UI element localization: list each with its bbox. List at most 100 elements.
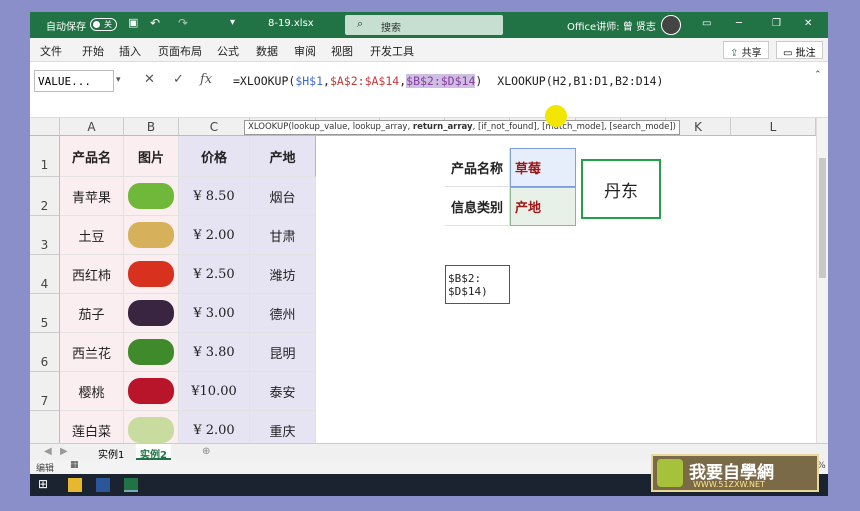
menu-file[interactable]: 文件 [40, 43, 62, 59]
menu-home[interactable]: 开始 [82, 43, 104, 59]
column-header-l[interactable]: L [731, 118, 816, 136]
next-sheet-icon[interactable]: ▶ [56, 444, 72, 460]
select-all-corner[interactable] [30, 118, 60, 136]
save-icon[interactable]: ▣ [128, 16, 138, 29]
product-image-cell[interactable] [124, 411, 179, 443]
minimize-icon[interactable]: ─ [736, 18, 742, 29]
excel-taskbar-icon[interactable] [124, 478, 138, 492]
spreadsheet-grid[interactable]: A B C D E F G H I J K L 1 2 3 4 5 6 7 产品… [30, 118, 828, 443]
product-price[interactable]: ¥ 2.00 [179, 216, 250, 255]
scrollbar-thumb[interactable] [819, 158, 826, 278]
lookup-value-product[interactable]: 草莓 [510, 148, 576, 187]
product-price[interactable]: ¥ 2.00 [179, 411, 250, 443]
word-icon[interactable] [96, 478, 110, 492]
active-edit-cell[interactable]: $B$2: $D$14) [445, 265, 510, 304]
avatar[interactable] [661, 15, 681, 35]
search-box[interactable]: ⌕ 搜索 [345, 15, 503, 35]
lookup-value-category[interactable]: 产地 [510, 187, 576, 226]
accessibility-icon[interactable]: ▦ [70, 460, 79, 470]
lookup-label-category[interactable]: 信息类别 [445, 187, 510, 226]
header-price[interactable]: 价格 [179, 136, 250, 177]
row-header-2[interactable]: 2 [30, 177, 60, 216]
formula-ref-a: $A$2:$A$14 [329, 74, 400, 88]
row-header-8[interactable] [30, 411, 60, 443]
product-name[interactable]: 莲白菜 [60, 411, 124, 443]
expand-formula-icon[interactable]: ⌃ [814, 70, 822, 80]
sheet-tab-2[interactable]: 实例2 [136, 444, 171, 461]
menu-review[interactable]: 审阅 [294, 43, 316, 59]
cancel-icon[interactable]: ✕ [144, 72, 155, 87]
row-header-5[interactable]: 5 [30, 294, 60, 333]
product-origin[interactable]: 潍坊 [250, 255, 316, 294]
ribbon-display-icon[interactable]: ▭ [702, 18, 711, 29]
product-origin[interactable]: 昆明 [250, 333, 316, 372]
product-image-cell[interactable] [124, 294, 179, 333]
column-header-a[interactable]: A [60, 118, 124, 136]
menu-insert[interactable]: 插入 [119, 43, 141, 59]
prev-sheet-icon[interactable]: ◀ [40, 444, 56, 460]
header-image[interactable]: 图片 [124, 136, 179, 177]
restore-icon[interactable]: ❐ [772, 18, 781, 29]
redo-icon[interactable]: ↷ [178, 16, 188, 30]
row-header-7[interactable]: 7 [30, 372, 60, 411]
product-name[interactable]: 樱桃 [60, 372, 124, 411]
tooltip-current-arg: return_array [412, 122, 473, 132]
vertical-scrollbar[interactable] [816, 118, 828, 443]
product-name[interactable]: 西红柿 [60, 255, 124, 294]
product-image-cell[interactable] [124, 177, 179, 216]
product-price[interactable]: ¥10.00 [179, 372, 250, 411]
menu-formulas[interactable]: 公式 [217, 43, 239, 59]
product-name[interactable]: 西兰花 [60, 333, 124, 372]
ribbon-menu: 文件 开始 插入 页面布局 公式 数据 审阅 视图 开发工具 ⇪ 共享 ▭ 批注 [30, 38, 828, 62]
file-explorer-icon[interactable] [68, 478, 82, 492]
menu-view[interactable]: 视图 [331, 43, 353, 59]
row-header-6[interactable]: 6 [30, 333, 60, 372]
name-box[interactable]: VALUE... [34, 70, 114, 92]
close-icon[interactable]: ✕ [804, 18, 812, 29]
sheet-tab-1[interactable]: 实例1 [94, 444, 128, 461]
product-price[interactable]: ¥ 3.80 [179, 333, 250, 372]
column-header-c[interactable]: C [179, 118, 250, 136]
product-image-cell[interactable] [124, 255, 179, 294]
result-shape[interactable]: 丹东 [581, 159, 661, 219]
lookup-label-product[interactable]: 产品名称 [445, 148, 510, 187]
product-origin[interactable]: 烟台 [250, 177, 316, 216]
menu-page-layout[interactable]: 页面布局 [158, 43, 202, 59]
comment-button[interactable]: ▭ 批注 [776, 41, 823, 59]
product-name[interactable]: 青苹果 [60, 177, 124, 216]
customize-icon[interactable]: ▾ [230, 17, 235, 28]
product-price[interactable]: ¥ 8.50 [179, 177, 250, 216]
mouse-highlight [545, 105, 567, 127]
menu-data[interactable]: 数据 [256, 43, 278, 59]
enter-icon[interactable]: ✓ [173, 72, 184, 87]
product-origin[interactable]: 德州 [250, 294, 316, 333]
product-price[interactable]: ¥ 2.50 [179, 255, 250, 294]
undo-icon[interactable]: ↶ [150, 16, 160, 30]
fx-icon[interactable]: fx [200, 72, 212, 87]
namebox-dropdown-icon[interactable]: ▾ [116, 75, 121, 85]
header-origin[interactable]: 产地 [250, 136, 316, 177]
add-sheet-icon[interactable]: ⊕ [198, 444, 214, 460]
product-origin[interactable]: 泰安 [250, 372, 316, 411]
product-image-cell[interactable] [124, 216, 179, 255]
header-product[interactable]: 产品名 [60, 136, 124, 177]
product-image-cell[interactable] [124, 372, 179, 411]
menu-developer[interactable]: 开发工具 [370, 43, 414, 59]
product-name[interactable]: 茄子 [60, 294, 124, 333]
tooltip-text-rest: , [if_not_found], [match_mode], [search_… [472, 122, 676, 132]
row-header-4[interactable]: 4 [30, 255, 60, 294]
product-price[interactable]: ¥ 3.00 [179, 294, 250, 333]
autosave-toggle[interactable]: 关 [90, 18, 117, 31]
broccoli-image [128, 339, 174, 365]
product-origin[interactable]: 重庆 [250, 411, 316, 443]
row-header-3[interactable]: 3 [30, 216, 60, 255]
column-header-b[interactable]: B [124, 118, 179, 136]
windows-start-icon[interactable]: ⊞ [38, 477, 52, 491]
share-button[interactable]: ⇪ 共享 [723, 41, 769, 59]
formula-input[interactable]: =XLOOKUP($H$1,$A$2:$A$14,$B$2:$D$14) XLO… [233, 74, 663, 88]
product-image-cell[interactable] [124, 333, 179, 372]
formula-bar: VALUE... ▾ ✕ ✓ fx =XLOOKUP($H$1,$A$2:$A$… [30, 62, 828, 118]
row-header-1[interactable]: 1 [30, 136, 60, 177]
product-name[interactable]: 土豆 [60, 216, 124, 255]
product-origin[interactable]: 甘肃 [250, 216, 316, 255]
